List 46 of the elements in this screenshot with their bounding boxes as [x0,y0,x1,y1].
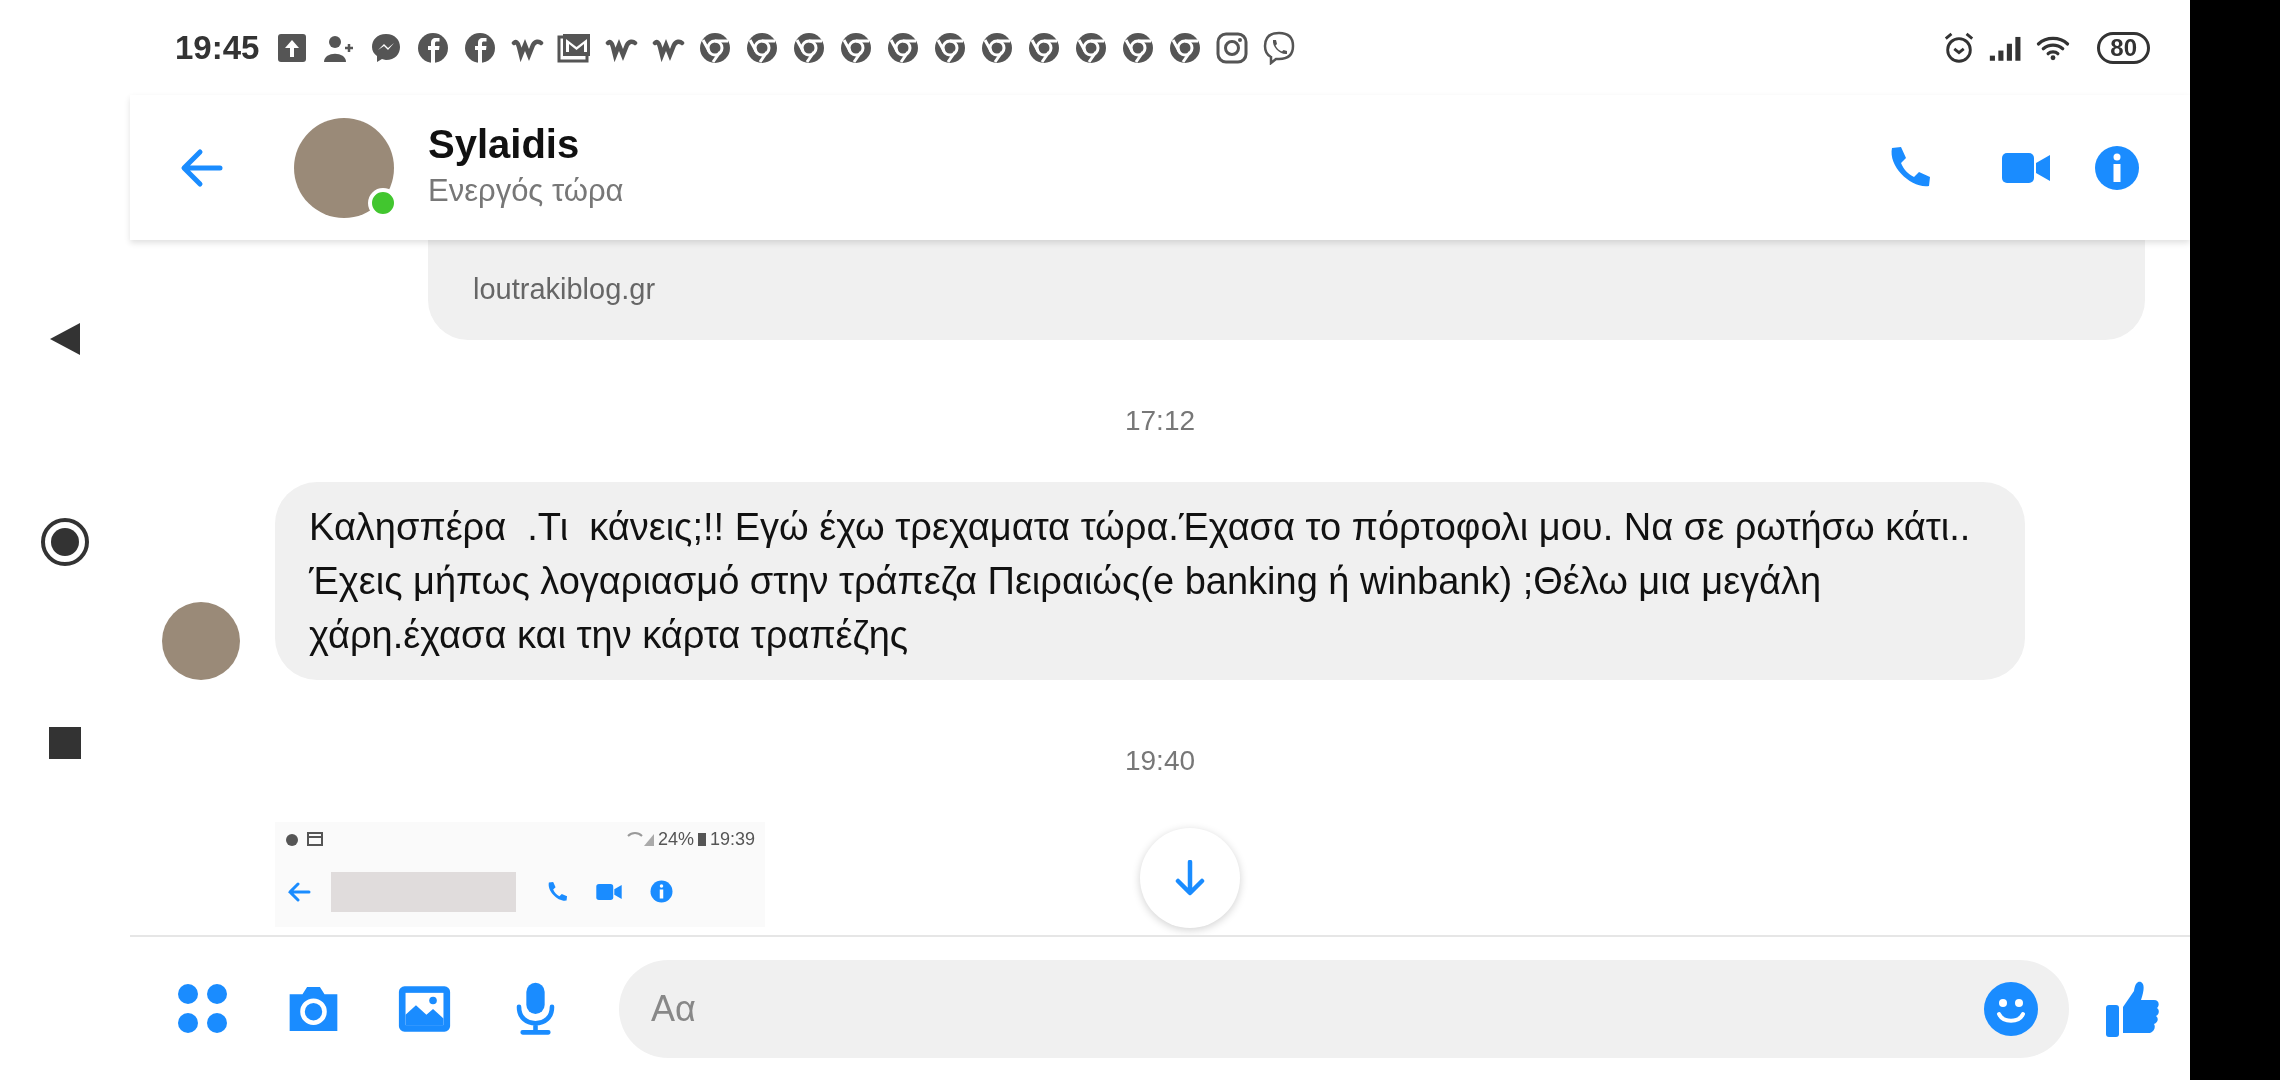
timestamp: 19:40 [1123,744,1197,778]
battery-icon [697,832,706,846]
phone-bubble-icon [1262,30,1297,65]
video-camera-icon [596,882,622,901]
ring-icon [886,30,921,65]
timestamp: 17:12 [1123,404,1197,438]
scroll-down-button[interactable] [1140,828,1240,928]
message-bubble: Καλησπέρα .Τι κάνεις;!! Εγώ έχω τρεχαματα τώρα.Έχασα το πόρτοφολι μου. Να σε ρωτήσω κάτι.. Έχεις μήπως λογαριασμό στην τράπεζα Πειραιώς(e banking ή winbank) ;Θέλω μια μεγάλη χάρη.έχασα και την κάρτα τραπέζης [275,482,2025,680]
window-icon [307,832,323,846]
home-icon[interactable] [40,517,90,567]
message-composer-field[interactable]: Αα [619,959,2069,1058]
back-arrow-icon [287,881,311,902]
link-domain: loutrakiblog.gr [473,272,656,308]
ring-icon [1121,30,1156,65]
ring-icon [1168,30,1203,65]
video-camera-icon[interactable] [2002,150,2050,185]
down-arrow-icon [1174,860,1206,896]
status-time: 19:45 [175,27,260,68]
notification-icon [285,832,299,846]
info-icon[interactable] [2094,144,2140,191]
message-input-field[interactable]: Αα [649,963,1983,1054]
round-logo-icon [463,30,498,65]
ring-icon [980,30,1015,65]
signal-icon [625,832,654,846]
info-icon [650,880,673,903]
ring-icon [792,30,827,65]
contact-status: Ενεργός τώρα [428,172,625,211]
contact-name: Sylaidis [428,121,581,169]
smiley-icon[interactable] [1983,980,2039,1037]
four-dots-icon[interactable] [175,981,230,1036]
back-icon[interactable] [48,321,82,357]
clock-time: 19:39 [709,827,755,851]
screenshot-attachment[interactable]: 24% 19:39 [275,822,765,927]
round-logo-icon [416,30,451,65]
back-arrow-icon[interactable] [180,147,224,188]
ring-icon [698,30,733,65]
battery-level: 24% [657,827,694,851]
link-preview-card[interactable]: loutrakiblog.gr [428,240,2145,340]
phone-icon [546,880,568,903]
battery-level: 80 [2097,31,2150,64]
camera-square-icon [1215,30,1250,65]
ring-icon [745,30,780,65]
ring-icon [933,30,968,65]
ring-icon [1074,30,1109,65]
ring-icon [1027,30,1062,65]
ring-icon [839,30,874,65]
